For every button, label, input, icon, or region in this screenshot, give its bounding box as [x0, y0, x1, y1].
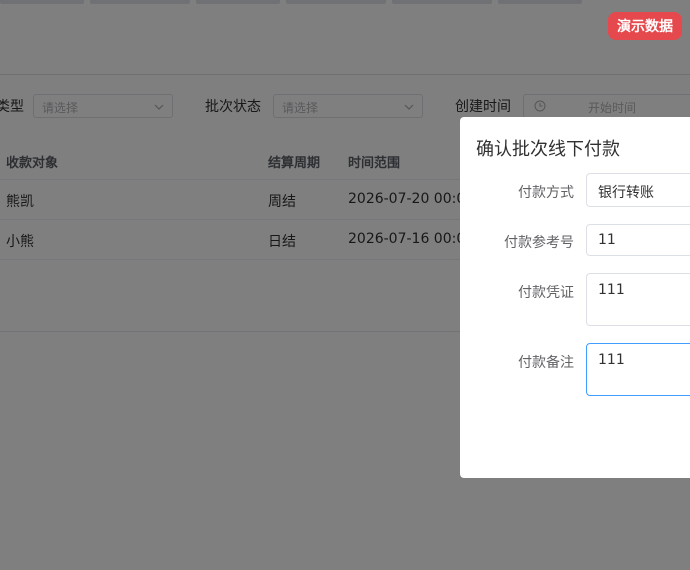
payment-method-select[interactable]: 银行转账	[586, 173, 690, 207]
dialog-title: 确认批次线下付款	[476, 139, 620, 160]
confirm-payment-dialog: 确认批次线下付款 付款方式 银行转账 付款参考号 11 付款凭证 111 付款备…	[460, 117, 690, 478]
voucher-textarea[interactable]: 111	[586, 273, 690, 326]
payment-method-value: 银行转账	[598, 185, 654, 201]
remark-textarea[interactable]: 111	[586, 343, 690, 396]
payment-method-label: 付款方式	[518, 185, 574, 201]
remark-label: 付款备注	[518, 355, 574, 371]
reference-number-input[interactable]: 11	[586, 224, 690, 256]
voucher-value: 111	[598, 282, 625, 298]
reference-number-value: 11	[598, 232, 616, 248]
voucher-label: 付款凭证	[518, 285, 574, 301]
demo-data-badge[interactable]: 演示数据	[608, 12, 682, 40]
remark-value: 111	[598, 352, 625, 368]
reference-number-label: 付款参考号	[504, 235, 574, 251]
